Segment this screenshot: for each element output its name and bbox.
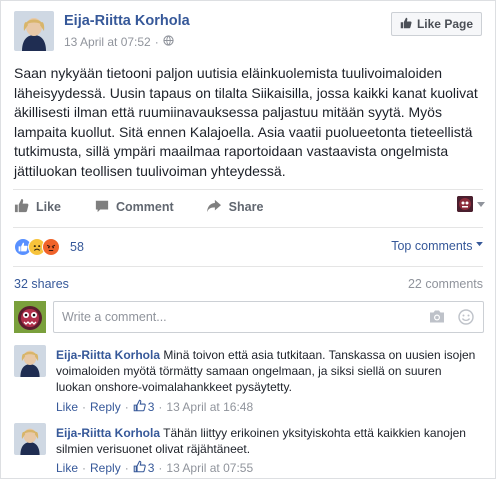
post-meta: 13 April at 07:52 · <box>64 35 174 49</box>
like-button[interactable]: Like <box>14 198 61 216</box>
separator-dot: · <box>124 400 129 414</box>
angry-reaction-icon <box>42 238 60 256</box>
comment-like-link[interactable]: Like <box>56 461 78 475</box>
comment-body: Eija-Riitta Korhola Minä toivon että asi… <box>56 347 476 395</box>
comment-item: Eija-Riitta Korhola Minä toivon että asi… <box>14 345 484 417</box>
post-text: Saan nykyään tietooni paljon uutisia elä… <box>14 65 478 179</box>
thumbs-up-icon <box>400 17 412 32</box>
separator-dot: · <box>124 461 129 475</box>
comment-likes[interactable]: 3 <box>133 399 155 415</box>
camera-icon[interactable] <box>429 309 445 329</box>
share-label: Share <box>228 200 264 214</box>
comment-like-link[interactable]: Like <box>56 400 78 414</box>
like-page-button[interactable]: Like Page <box>390 12 482 36</box>
divider <box>13 227 483 228</box>
globe-icon <box>163 35 174 49</box>
post-actions: Like Comment Share <box>14 196 263 218</box>
viewer-avatar <box>457 196 473 212</box>
comment-input[interactable] <box>54 302 414 332</box>
share-arrow-icon <box>206 199 222 216</box>
comment-label: Comment <box>116 200 174 214</box>
reaction-icons <box>14 238 60 256</box>
viewer-avatar[interactable] <box>14 301 46 333</box>
comments-count-link[interactable]: 22 comments <box>408 277 483 291</box>
post-card: Eija-Riitta Korhola 13 April at 07:52 · … <box>0 0 496 479</box>
separator-dot: · <box>158 461 163 475</box>
shares-link[interactable]: 32 shares <box>14 277 69 291</box>
comment-author-name[interactable]: Eija-Riitta Korhola <box>56 426 160 440</box>
thumbs-up-outline-icon <box>133 399 146 415</box>
share-button[interactable]: Share <box>206 199 264 216</box>
author-avatar[interactable] <box>14 11 54 51</box>
like-label: Like <box>36 200 62 214</box>
comment-actions: Like · Reply · 3 · 13 April at 07:55 <box>56 460 253 476</box>
separator-dot: · <box>158 400 163 414</box>
comment-body: Eija-Riitta Korhola Tähän liittyy erikoi… <box>56 425 476 457</box>
comment-author-avatar[interactable] <box>14 345 46 377</box>
comment-likes[interactable]: 3 <box>133 460 155 476</box>
like-page-label: Like Page <box>416 17 473 31</box>
post-as-selector[interactable] <box>457 195 485 213</box>
divider <box>13 266 483 267</box>
comment-bubble-icon <box>95 199 109 216</box>
meta-separator: · <box>154 35 159 49</box>
comment-item: Eija-Riitta Korhola Tähän liittyy erikoi… <box>14 423 484 478</box>
emoji-smiley-icon[interactable] <box>458 309 474 330</box>
comment-reply-link[interactable]: Reply <box>90 400 121 414</box>
separator-dot: · <box>82 461 87 475</box>
comment-timestamp[interactable]: 13 April at 07:55 <box>166 461 253 475</box>
separator-dot: · <box>82 400 87 414</box>
comment-actions: Like · Reply · 3 · 13 April at 16:48 <box>56 399 253 415</box>
thumbs-up-outline-icon <box>133 460 146 476</box>
post-author-name[interactable]: Eija-Riitta Korhola <box>64 13 190 29</box>
comment-timestamp[interactable]: 13 April at 16:48 <box>166 400 253 414</box>
divider <box>13 189 483 190</box>
comment-likes-count: 3 <box>147 400 155 414</box>
thumbs-up-icon <box>14 198 29 216</box>
post-timestamp[interactable]: 13 April at 07:52 <box>64 35 151 49</box>
comment-sort-label: Top comments <box>391 239 473 253</box>
caret-down-icon <box>477 195 485 213</box>
comment-reply-link[interactable]: Reply <box>90 461 121 475</box>
comment-sort-dropdown[interactable]: Top comments <box>391 239 483 253</box>
comment-composer <box>53 301 484 333</box>
comment-button[interactable]: Comment <box>95 199 174 216</box>
comment-likes-count: 3 <box>147 461 155 475</box>
reactions-summary[interactable]: 58 <box>14 238 84 256</box>
comment-author-name[interactable]: Eija-Riitta Korhola <box>56 348 160 362</box>
comment-author-avatar[interactable] <box>14 423 46 455</box>
reaction-count: 58 <box>70 240 84 254</box>
caret-down-icon <box>476 239 483 253</box>
